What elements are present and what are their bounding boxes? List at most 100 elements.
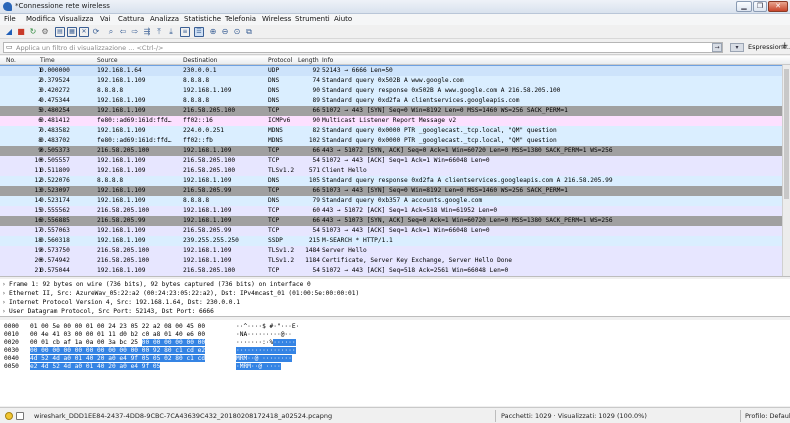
packet-cell-time: 0.420272 bbox=[40, 87, 70, 94]
packet-cell-src: 192.168.1.109 bbox=[97, 127, 146, 134]
packet-cell-len: 66 bbox=[312, 187, 320, 194]
packet-row[interactable]: 3 0.420272 8.8.8.8 192.168.1.109 DNS 90 Standa… bbox=[0, 86, 790, 96]
expand-arrow-icon[interactable]: › bbox=[2, 280, 9, 289]
packet-row[interactable]: 18 0.560318 192.168.1.109 239.255.255.250 SS… bbox=[0, 236, 790, 246]
packet-cell-len: 60 bbox=[312, 207, 320, 214]
shark-fin-icon[interactable]: ◢ bbox=[4, 27, 14, 37]
zoom-out-icon[interactable]: ⊖ bbox=[220, 27, 230, 37]
packet-cell-info: 443 → 51072 [ACK] Seq=1 Ack=518 Win=6195… bbox=[322, 207, 498, 214]
menu-aiuto[interactable]: Aiuto bbox=[334, 15, 352, 23]
open-file-icon[interactable]: ▤ bbox=[55, 27, 65, 37]
menu-file[interactable]: File bbox=[4, 15, 16, 23]
packet-row[interactable]: 14 0.523174 192.168.1.109 8.8.8.8 DNS 79 Stand… bbox=[0, 196, 790, 206]
menu-telefonia[interactable]: Telefonia bbox=[225, 15, 256, 23]
packet-row[interactable]: 8 0.483702 fe80::ad69:161d:ffd… ff02::fb MDN… bbox=[0, 136, 790, 146]
packet-row[interactable]: 1 0.000000 192.168.1.64 230.0.0.1 UDP 92 52143… bbox=[0, 65, 790, 77]
packet-list-scrollbar[interactable] bbox=[782, 65, 790, 276]
column-protocol[interactable]: Protocol bbox=[268, 57, 292, 64]
packet-cell-src: 216.58.205.99 bbox=[97, 217, 146, 224]
menu-cattura[interactable]: Cattura bbox=[118, 15, 144, 23]
packet-row[interactable]: 7 0.483582 192.168.1.109 224.0.0.251 MDNS 82 S… bbox=[0, 126, 790, 136]
zoom-normal-icon[interactable]: ⊙ bbox=[232, 27, 242, 37]
packet-row[interactable]: 11 0.511809 192.168.1.109 216.58.205.100 TLS… bbox=[0, 166, 790, 176]
detail-row-udp[interactable]: › User Datagram Protocol, Src Port: 52143… bbox=[2, 307, 782, 316]
packet-cell-time: 0.480254 bbox=[40, 107, 70, 114]
packet-cell-src: 192.168.1.109 bbox=[97, 107, 146, 114]
packet-row[interactable]: 6 0.481412 fe80::ad69:161d:ffd… ff02::16 ICM… bbox=[0, 116, 790, 126]
first-icon[interactable]: ⤒ bbox=[154, 27, 164, 37]
packet-cell-proto: DNS bbox=[268, 77, 280, 84]
expert-info-icon[interactable] bbox=[5, 412, 13, 420]
menu-strumenti[interactable]: Strumenti bbox=[295, 15, 330, 23]
menu-visualizza[interactable]: Visualizza bbox=[59, 15, 93, 23]
packet-cell-no: 21 bbox=[34, 267, 42, 274]
packet-cell-len: 89 bbox=[312, 97, 320, 104]
column-info[interactable]: Info bbox=[322, 57, 333, 64]
column-length[interactable]: Length bbox=[298, 57, 319, 64]
packet-row[interactable]: 21 0.575044 192.168.1.109 216.58.205.100 TCP… bbox=[0, 266, 790, 276]
column-no[interactable]: No. bbox=[6, 57, 16, 64]
packet-cell-src: 216.58.205.100 bbox=[97, 147, 150, 154]
autoscroll-icon[interactable]: ≡ bbox=[180, 27, 190, 37]
column-destination[interactable]: Destination bbox=[183, 57, 217, 64]
packet-row[interactable]: 9 0.505373 216.58.205.100 192.168.1.109 TCP 6… bbox=[0, 146, 790, 156]
detail-row-frame[interactable]: › Frame 1: 92 bytes on wire (736 bits), 9… bbox=[2, 280, 782, 289]
display-filter-input[interactable]: ▭ Applica un filtro di visualizzazione .… bbox=[3, 42, 723, 53]
save-file-icon[interactable]: ▦ bbox=[67, 27, 77, 37]
restart-icon[interactable]: ↻ bbox=[28, 27, 38, 37]
bookmark-icon[interactable]: ▭ bbox=[6, 43, 13, 51]
go-to-icon[interactable]: ⇶ bbox=[142, 27, 152, 37]
stop-icon[interactable]: ■ bbox=[16, 27, 26, 37]
packet-cell-src: 8.8.8.8 bbox=[97, 177, 124, 184]
packet-row[interactable]: 2 0.379524 192.168.1.109 8.8.8.8 DNS 74 Standa… bbox=[0, 76, 790, 86]
close-file-icon[interactable]: ✕ bbox=[79, 27, 89, 37]
packet-row[interactable]: 5 0.480254 192.168.1.109 216.58.205.100 TCP 6… bbox=[0, 106, 790, 116]
close-button[interactable]: ✕ bbox=[768, 1, 788, 12]
zoom-in-icon[interactable]: ⊕ bbox=[208, 27, 218, 37]
menu-vai[interactable]: Vai bbox=[100, 15, 110, 23]
expand-arrow-icon[interactable]: › bbox=[2, 307, 9, 316]
column-time[interactable]: Time bbox=[40, 57, 55, 64]
wireshark-app-icon bbox=[3, 2, 12, 11]
profile-selector[interactable]: Profilo: Default bbox=[745, 412, 790, 420]
minimize-button[interactable]: ▁ bbox=[736, 1, 752, 12]
back-icon[interactable]: ⇦ bbox=[118, 27, 128, 37]
packet-row[interactable]: 4 0.475344 192.168.1.109 8.8.8.8 DNS 89 Standa… bbox=[0, 96, 790, 106]
expand-arrow-icon[interactable]: › bbox=[2, 289, 9, 298]
apply-filter-arrow-icon[interactable]: → bbox=[712, 43, 722, 52]
column-source[interactable]: Source bbox=[97, 57, 118, 64]
add-filter-button[interactable]: + bbox=[781, 41, 789, 51]
packet-cell-proto: ICMPv6 bbox=[268, 117, 291, 124]
detail-row-ipv4[interactable]: › Internet Protocol Version 4, Src: 192.1… bbox=[2, 298, 782, 307]
filter-history-dropdown-icon[interactable]: ▾ bbox=[730, 43, 744, 52]
colorize-icon[interactable]: ☰ bbox=[194, 27, 204, 37]
menu-analizza[interactable]: Analizza bbox=[150, 15, 179, 23]
last-icon[interactable]: ⤓ bbox=[166, 27, 176, 37]
packet-cell-len: 102 bbox=[308, 137, 320, 144]
expand-arrow-icon[interactable]: › bbox=[2, 298, 9, 307]
packet-row[interactable]: 17 0.557063 192.168.1.109 216.58.205.99 TCP 5… bbox=[0, 226, 790, 236]
packet-cell-time: 0.505557 bbox=[40, 157, 70, 164]
packet-row[interactable]: 19 0.573750 216.58.205.100 192.168.1.109 TLS… bbox=[0, 246, 790, 256]
capture-comment-icon[interactable] bbox=[16, 412, 24, 420]
menu-wireless[interactable]: Wireless bbox=[262, 15, 291, 23]
find-icon[interactable]: ⌕ bbox=[106, 27, 116, 37]
detail-row-ethernet[interactable]: › Ethernet II, Src: AzureWav_05:22:a2 (00… bbox=[2, 289, 782, 298]
menu-modifica[interactable]: Modifica bbox=[26, 15, 55, 23]
scrollbar-thumb[interactable] bbox=[784, 69, 789, 199]
forward-icon[interactable]: ⇨ bbox=[130, 27, 140, 37]
packet-row[interactable]: 10 0.505557 192.168.1.109 216.58.205.100 TCP… bbox=[0, 156, 790, 166]
resize-columns-icon[interactable]: ⧉ bbox=[244, 27, 254, 37]
packet-row[interactable]: 15 0.555562 216.58.205.100 192.168.1.109 TCP… bbox=[0, 206, 790, 216]
packet-cell-time: 0.556885 bbox=[40, 217, 70, 224]
packet-cell-src: fe80::ad69:161d:ffd… bbox=[97, 137, 172, 144]
packet-row[interactable]: 20 0.574942 216.58.205.100 192.168.1.109 TLS… bbox=[0, 256, 790, 266]
menu-statistiche[interactable]: Statistiche bbox=[184, 15, 221, 23]
maximize-button[interactable]: ❐ bbox=[753, 1, 767, 12]
packet-row[interactable]: 12 0.522076 8.8.8.8 192.168.1.109 DNS 105 Stan… bbox=[0, 176, 790, 186]
packet-cell-src: 216.58.205.100 bbox=[97, 247, 150, 254]
packet-row[interactable]: 16 0.556885 216.58.205.99 192.168.1.109 TCP 6… bbox=[0, 216, 790, 226]
reload-icon[interactable]: ⟳ bbox=[91, 27, 101, 37]
options-gear-icon[interactable]: ⚙ bbox=[40, 27, 50, 37]
packet-row[interactable]: 13 0.523097 192.168.1.109 216.58.205.99 TCP 6… bbox=[0, 186, 790, 196]
